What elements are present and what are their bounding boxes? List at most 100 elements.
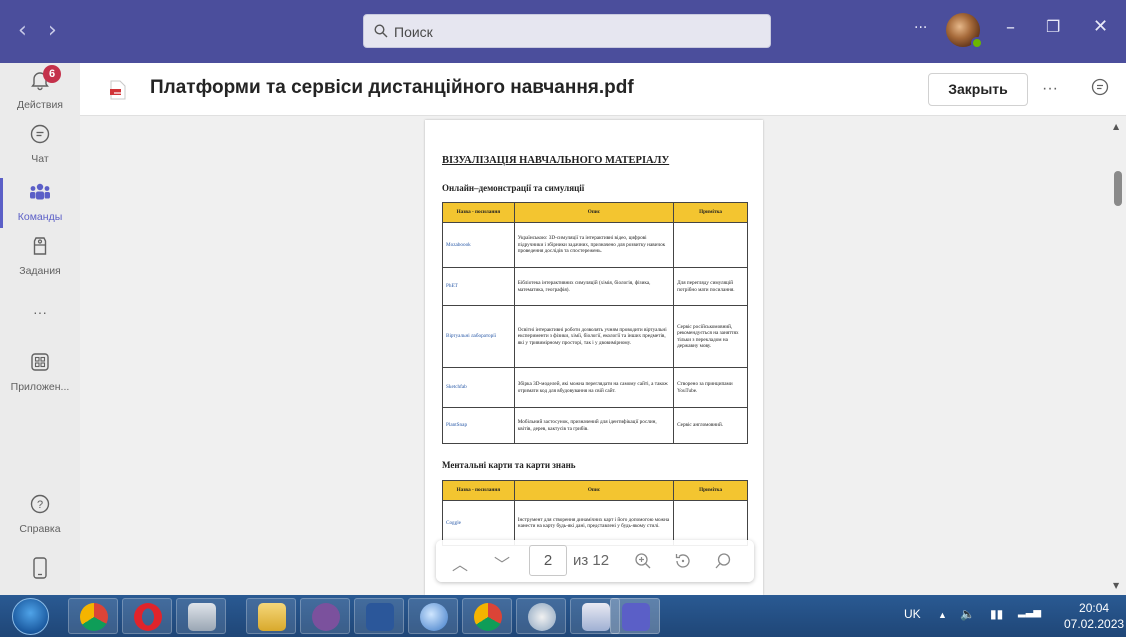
rail-more-icon[interactable]: ···	[0, 304, 80, 320]
vertical-scrollbar[interactable]: ▲ ▼	[1110, 116, 1126, 595]
pdf-file-icon	[110, 80, 126, 100]
table-link[interactable]: Віртуальні лабораторії	[442, 305, 515, 368]
calculator-icon	[188, 603, 216, 631]
previous-page-icon[interactable]: ︿	[452, 551, 468, 575]
system-clock[interactable]: 20:04 07.02.2023	[1064, 600, 1124, 632]
file-header: Платформи та сервіси дистанційного навча…	[80, 63, 1126, 116]
snipping-tool-icon	[528, 603, 556, 631]
zoom-in-icon[interactable]	[634, 552, 652, 570]
taskbar-chrome-2[interactable]	[462, 598, 512, 634]
volume-icon[interactable]: 🔈	[960, 607, 975, 621]
scrollbar-thumb[interactable]	[1114, 171, 1122, 206]
paint-icon	[582, 603, 610, 631]
viber-icon	[312, 603, 340, 631]
rail-label-help: Справка	[19, 523, 61, 535]
clock-date: 07.02.2023	[1064, 617, 1125, 631]
avatar[interactable]	[946, 13, 983, 49]
table-cell: Для перегляду симуляцій потрібно мати по…	[673, 267, 748, 306]
table-link[interactable]: PlantSnap	[442, 407, 515, 444]
table-row: Mozaboook Українською: 3D-симуляції та і…	[442, 222, 748, 268]
search-placeholder: Поиск	[394, 24, 433, 40]
rail-item-help[interactable]: ? Справка	[0, 493, 80, 535]
apps-icon	[31, 353, 49, 371]
taskbar-opera[interactable]	[122, 598, 172, 634]
taskbar-app-search[interactable]	[408, 598, 458, 634]
search-input[interactable]: Поиск	[363, 14, 771, 48]
rail-item-chat[interactable]: Чат	[0, 123, 80, 165]
table-cell: Мобільний застосунок, призначений для ід…	[513, 407, 675, 444]
rail-item-teams[interactable]: Команды	[0, 181, 80, 223]
table-header: Опис	[513, 480, 675, 501]
signal-icon[interactable]: ▂▃▅	[1018, 607, 1041, 618]
pdf-page: ВІЗУАЛІЗАЦІЯ НАВЧАЛЬНОГО МАТЕРІАЛУ Онлай…	[425, 120, 763, 595]
table-link[interactable]: PhET	[442, 267, 515, 306]
rail-label-teams: Команды	[17, 211, 63, 223]
doc-heading: ВІЗУАЛІЗАЦІЯ НАВЧАЛЬНОГО МАТЕРІАЛУ	[442, 155, 670, 166]
scroll-down-icon[interactable]: ▼	[1113, 581, 1119, 590]
chrome-icon	[474, 603, 502, 631]
next-page-icon[interactable]: ﹀	[494, 551, 510, 575]
table-cell: Українською: 3D-симуляції та інтерактивн…	[513, 222, 675, 268]
assignments-icon	[33, 237, 47, 255]
maximize-icon[interactable]: ❐	[1046, 17, 1060, 36]
back-arrow-icon[interactable]: ‹	[18, 18, 27, 43]
table-cell: Сервіс англомовний.	[673, 407, 748, 444]
table-cell: Сервіс російськомовний, рекомендується н…	[673, 305, 748, 368]
search-in-document-icon[interactable]	[714, 552, 732, 570]
table-row: PhET Бібліотека інтерактивних симуляцій …	[442, 267, 748, 306]
table-cell: Бібліотека інтерактивних симуляцій (хімі…	[513, 267, 675, 306]
taskbar-teams[interactable]	[610, 598, 660, 634]
help-icon: ?	[30, 494, 50, 514]
chat-icon	[30, 124, 50, 144]
activity-badge: 6	[43, 65, 61, 83]
language-indicator[interactable]: UK	[904, 607, 921, 621]
taskbar: UK ▲ 🔈 ▮▮ ▂▃▅ 20:04 07.02.2023	[0, 595, 1126, 637]
search-icon	[374, 24, 388, 38]
more-options-icon[interactable]: ···	[914, 20, 927, 36]
rotate-icon[interactable]	[674, 552, 692, 570]
taskbar-word[interactable]	[354, 598, 404, 634]
opera-icon	[134, 603, 162, 631]
folder-icon	[258, 603, 286, 631]
table-row: Віртуальні лабораторії Освітні інтеракти…	[442, 305, 748, 368]
taskbar-calculator[interactable]	[176, 598, 226, 634]
pdf-viewer[interactable]: ВІЗУАЛІЗАЦІЯ НАВЧАЛЬНОГО МАТЕРІАЛУ Онлай…	[80, 116, 1126, 595]
table-header: Назва - посилання	[442, 202, 515, 223]
clock-time: 20:04	[1079, 601, 1110, 615]
rail-item-apps[interactable]: Приложен...	[0, 351, 80, 393]
close-button[interactable]: Закрыть	[928, 73, 1028, 106]
conversation-icon[interactable]	[1090, 77, 1110, 97]
start-button[interactable]	[12, 598, 49, 635]
table-link[interactable]: Coggle	[442, 500, 515, 546]
minimize-icon[interactable]: –	[1006, 17, 1015, 38]
table-link[interactable]: Sketchfab	[442, 367, 515, 408]
app-rail: 6 Действия Чат Команды Задания ··· Прило…	[0, 63, 80, 595]
title-bar: ‹ › Поиск ··· – ❐ ✕	[0, 0, 1126, 63]
more-options-icon[interactable]: ···	[1042, 80, 1058, 98]
close-window-icon[interactable]: ✕	[1093, 16, 1108, 37]
rail-item-mobile[interactable]	[0, 556, 80, 585]
table-cell	[673, 222, 748, 268]
taskbar-chrome[interactable]	[68, 598, 118, 634]
network-icon[interactable]: ▮▮	[990, 607, 1003, 621]
doc-table-mindmaps: Назва - посилання Опис Примітка Coggle І…	[442, 480, 748, 546]
forward-arrow-icon[interactable]: ›	[48, 18, 57, 43]
rail-item-assignments[interactable]: Задания	[0, 235, 80, 277]
taskbar-snipping[interactable]	[516, 598, 566, 634]
taskbar-viber[interactable]	[300, 598, 350, 634]
page-number-input[interactable]	[529, 545, 567, 576]
table-link[interactable]: Mozaboook	[442, 222, 515, 268]
show-hidden-icons-icon[interactable]: ▲	[938, 610, 947, 620]
table-cell	[673, 500, 748, 546]
taskbar-explorer[interactable]	[246, 598, 296, 634]
file-title: Платформи та сервіси дистанційного навча…	[150, 77, 634, 98]
mobile-device-icon	[33, 557, 47, 579]
table-row: PlantSnap Мобільний застосунок, призначе…	[442, 407, 748, 444]
doc-section-title: Ментальні карти та карти знань	[442, 460, 576, 470]
table-header: Опис	[513, 202, 675, 223]
scroll-up-icon[interactable]: ▲	[1113, 122, 1119, 131]
magnifier-icon	[420, 603, 448, 631]
rail-item-activity[interactable]: 6 Действия	[0, 65, 80, 111]
rail-label-assignments: Задания	[19, 265, 61, 277]
table-cell: Інструмент для створення динамічних карт…	[513, 500, 675, 546]
